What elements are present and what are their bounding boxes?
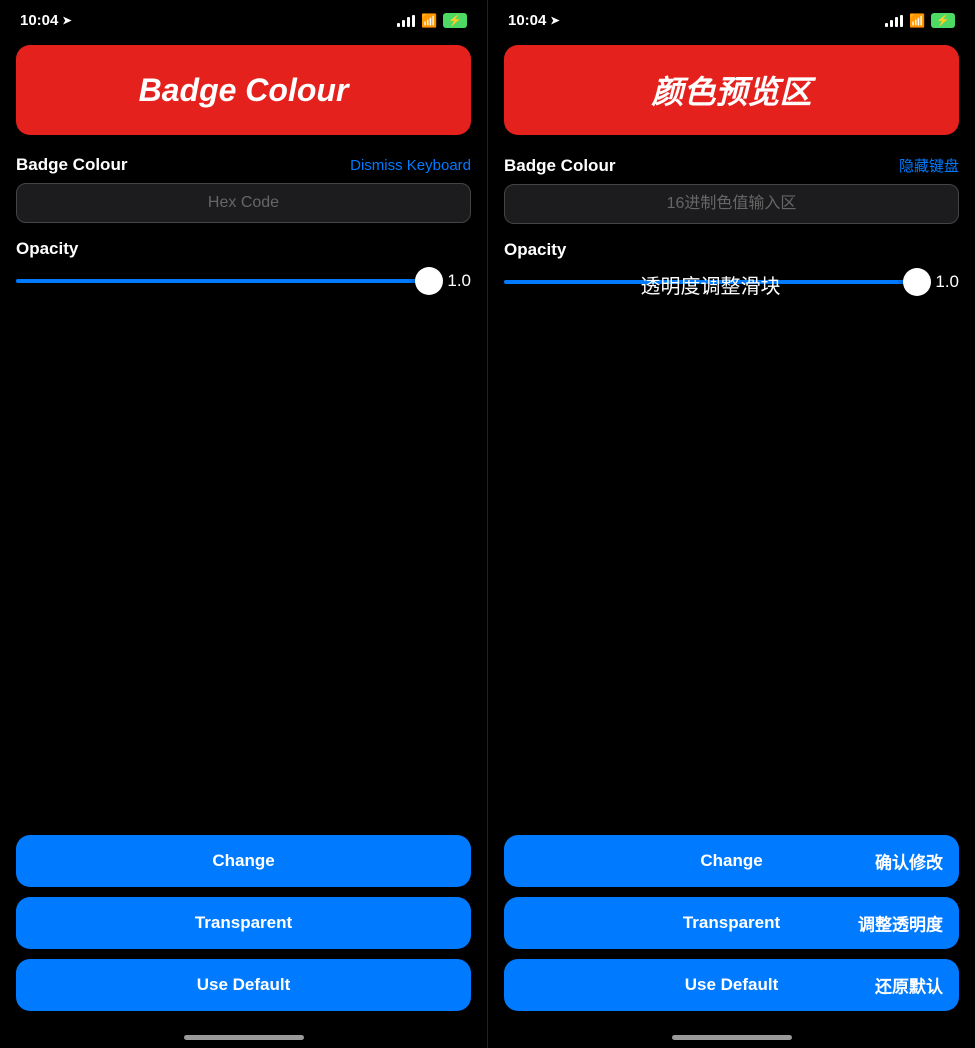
- use-default-annotation-right: 还原默认: [875, 973, 943, 998]
- slider-thumb-right[interactable]: [903, 268, 931, 296]
- change-button-right[interactable]: Change 确认修改: [504, 835, 959, 887]
- dismiss-keyboard-right[interactable]: 隐藏键盘: [899, 155, 959, 176]
- opacity-label-right: Opacity: [504, 240, 566, 259]
- wifi-icon-right: 📶: [909, 13, 925, 29]
- slider-track-right[interactable]: 透明度调整滑块: [504, 280, 917, 284]
- preview-banner-left: Badge Colour: [16, 45, 471, 135]
- opacity-label-row-right: Opacity: [488, 236, 975, 268]
- location-icon-left: ➤: [62, 14, 71, 27]
- change-annotation-right: 确认修改: [875, 849, 943, 874]
- slider-row-left: 1.0: [0, 267, 487, 299]
- time-display-left: 10:04: [20, 12, 58, 29]
- banner-text-right: 颜色预览区: [651, 67, 811, 113]
- bottom-buttons-left: Change Transparent Use Default: [0, 827, 487, 1035]
- slider-row-right: 透明度调整滑块 1.0: [488, 268, 975, 300]
- slider-value-left: 1.0: [441, 271, 471, 291]
- home-bar-left: [184, 1035, 304, 1040]
- badge-colour-row-right: Badge Colour 隐藏键盘: [488, 143, 975, 184]
- status-time-right: 10:04 ➤: [508, 12, 560, 29]
- home-indicator-right: [488, 1035, 975, 1048]
- transparent-button-right[interactable]: Transparent 调整透明度: [504, 897, 959, 949]
- home-bar-right: [672, 1035, 792, 1040]
- hex-code-input-left[interactable]: [16, 183, 471, 223]
- wifi-icon-left: 📶: [421, 13, 437, 29]
- status-time-left: 10:04 ➤: [20, 12, 72, 29]
- change-button-left[interactable]: Change: [16, 835, 471, 887]
- hex-input-container-left: [16, 183, 471, 223]
- preview-banner-right: 颜色预览区: [504, 45, 959, 135]
- status-icons-right: 📶 ⚡: [885, 13, 955, 29]
- hex-input-container-right: [504, 184, 959, 224]
- badge-colour-label-right: Badge Colour: [504, 156, 615, 176]
- slider-value-right: 1.0: [929, 272, 959, 292]
- right-phone: 10:04 ➤ 📶 ⚡ 颜色预览区 Badge Colour 隐藏键盘: [488, 0, 975, 1048]
- opacity-label-left: Opacity: [16, 239, 78, 258]
- home-indicator-left: [0, 1035, 487, 1048]
- slider-annotation-right: 透明度调整滑块: [641, 270, 781, 299]
- status-bar-right: 10:04 ➤ 📶 ⚡: [488, 0, 975, 37]
- use-default-button-right[interactable]: Use Default 还原默认: [504, 959, 959, 1011]
- bottom-buttons-right: Change 确认修改 Transparent 调整透明度 Use Defaul…: [488, 827, 975, 1035]
- signal-icon-right: [885, 15, 903, 27]
- slider-thumb-left[interactable]: [415, 267, 443, 295]
- battery-icon-right: ⚡: [931, 13, 955, 28]
- opacity-label-row-left: Opacity: [0, 235, 487, 267]
- badge-colour-row-left: Badge Colour Dismiss Keyboard: [0, 143, 487, 183]
- use-default-button-left[interactable]: Use Default: [16, 959, 471, 1011]
- status-bar-left: 10:04 ➤ 📶 ⚡: [0, 0, 487, 37]
- time-display-right: 10:04: [508, 12, 546, 29]
- banner-text-left: Badge Colour: [139, 72, 349, 109]
- transparent-button-left[interactable]: Transparent: [16, 897, 471, 949]
- location-icon-right: ➤: [550, 14, 559, 27]
- hex-code-input-right[interactable]: [504, 184, 959, 224]
- transparent-annotation-right: 调整透明度: [858, 911, 943, 936]
- badge-colour-label-left: Badge Colour: [16, 155, 127, 175]
- slider-track-left[interactable]: [16, 279, 429, 283]
- status-icons-left: 📶 ⚡: [397, 13, 467, 29]
- battery-icon-left: ⚡: [443, 13, 467, 28]
- left-phone: 10:04 ➤ 📶 ⚡ Badge Colour Badge Colour Di…: [0, 0, 488, 1048]
- dismiss-keyboard-left[interactable]: Dismiss Keyboard: [350, 157, 471, 174]
- signal-icon-left: [397, 15, 415, 27]
